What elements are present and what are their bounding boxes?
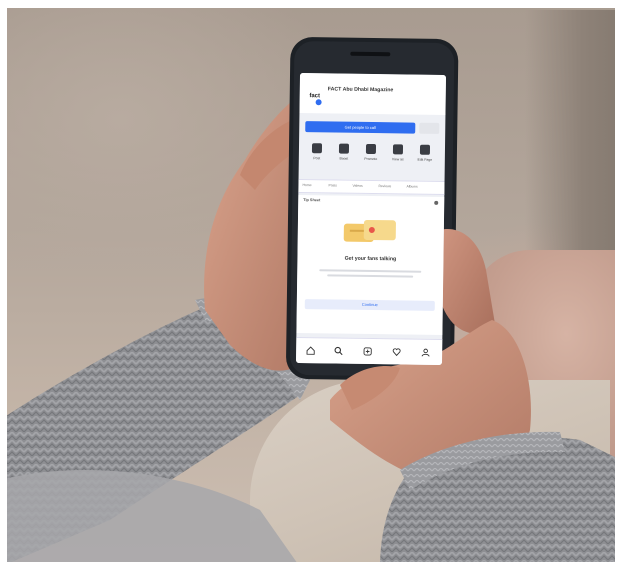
tab-posts[interactable]: Posts <box>328 183 337 187</box>
profile-icon[interactable] <box>421 348 430 357</box>
action-label: Edit Page <box>417 157 433 162</box>
card-title: Tip Sheet <box>303 198 321 203</box>
cta-more-button[interactable] <box>419 122 440 134</box>
bottom-nav <box>295 336 443 366</box>
action-boost[interactable]: Boost <box>332 141 356 173</box>
tab-reviews[interactable]: Reviews <box>378 184 391 188</box>
border-top <box>0 0 621 8</box>
phone-screen: fact FACT Abu Dhabi Magazine Get people … <box>295 72 447 366</box>
photo: fact FACT Abu Dhabi Magazine Get people … <box>0 0 621 567</box>
action-edit-page[interactable]: Edit Page <box>413 143 437 175</box>
more-icon[interactable] <box>434 200 439 205</box>
tab-home[interactable]: Home <box>302 183 311 187</box>
border-right <box>615 0 621 567</box>
document-icon <box>338 143 350 154</box>
card-text-line <box>319 269 422 273</box>
action-post[interactable]: Post <box>305 141 329 173</box>
page-header: fact FACT Abu Dhabi Magazine <box>299 72 447 116</box>
page-actions: Post Boost Promote View as Edit Page <box>303 141 443 177</box>
foreground-sweater <box>0 470 300 567</box>
megaphone-icon <box>365 143 377 155</box>
tab-albums[interactable]: Albums <box>406 184 417 188</box>
add-icon[interactable] <box>363 347 372 356</box>
logo-badge <box>315 99 322 106</box>
cta-button[interactable]: Get people to call <box>305 121 416 134</box>
eye-icon <box>392 144 404 155</box>
action-label: Promote <box>364 156 378 162</box>
page-name: FACT Abu Dhabi Magazine <box>327 86 394 94</box>
border-bottom <box>0 562 621 567</box>
tab-videos[interactable]: Videos <box>352 184 362 188</box>
pen-icon <box>419 144 431 155</box>
tip-illustration <box>343 219 396 242</box>
tip-card: Tip Sheet Get your fans talking Continue <box>296 194 445 336</box>
action-label: Boost <box>339 156 349 161</box>
card-text-line <box>327 274 414 278</box>
card-heading: Get your fans talking <box>344 255 397 263</box>
action-promote[interactable]: Promote <box>359 142 383 174</box>
search-icon[interactable] <box>334 346 343 356</box>
pencil-square-icon <box>311 143 323 154</box>
page-tabs: Home Posts Videos Reviews Albums <box>298 178 445 196</box>
action-label: View as <box>391 157 404 162</box>
heart-icon[interactable] <box>392 347 401 357</box>
continue-button[interactable]: Continue <box>304 299 435 311</box>
border-left <box>0 0 7 567</box>
action-view-as[interactable]: View as <box>386 142 410 174</box>
home-icon[interactable] <box>306 346 315 355</box>
action-label: Post <box>313 156 321 161</box>
